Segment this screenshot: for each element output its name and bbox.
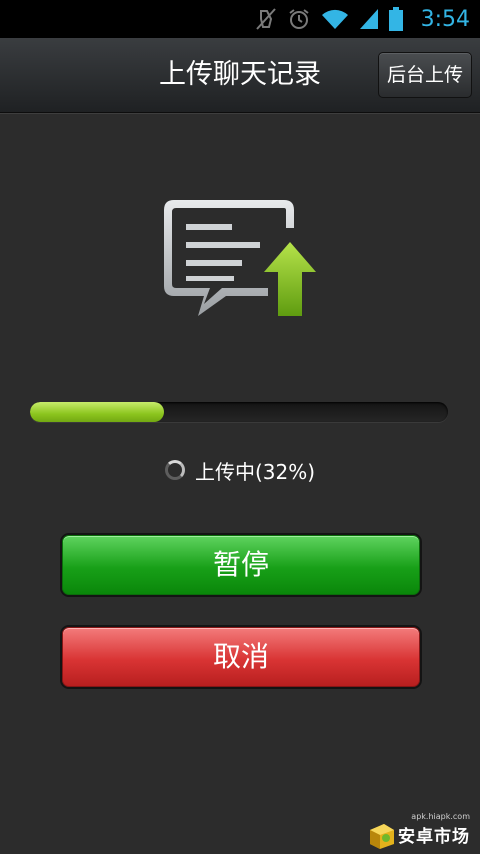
upload-status-text: 上传中(32%)	[194, 459, 316, 484]
screen: 3:54 上传聊天记录 后台上传 上传中(32%) 暂停 取消 apk.hiap…	[0, 0, 480, 854]
pause-button[interactable]: 暂停	[62, 535, 420, 595]
watermark-name: 安卓市场	[398, 827, 470, 847]
loading-spinner-icon	[164, 460, 185, 480]
wifi-icon	[321, 8, 349, 30]
watermark-url: apk.hiapk.com	[411, 812, 470, 821]
chat-upload-icon	[160, 196, 320, 322]
upload-status: 上传中(32%)	[0, 452, 480, 488]
hiapk-logo-icon	[366, 822, 396, 850]
background-upload-button[interactable]: 后台上传	[378, 52, 472, 98]
watermark: apk.hiapk.com 安卓市场	[366, 812, 478, 852]
signal-icon	[359, 8, 379, 30]
status-bar: 3:54	[0, 0, 480, 38]
battery-icon	[388, 7, 403, 31]
cancel-button[interactable]: 取消	[62, 627, 420, 687]
mute-icon	[255, 7, 277, 31]
upload-progress-bar	[30, 402, 448, 422]
status-time: 3:54	[420, 6, 470, 32]
alarm-icon	[287, 7, 311, 31]
title-bar: 上传聊天记录 后台上传	[0, 38, 480, 113]
status-icons: 3:54	[255, 0, 480, 38]
upload-progress-fill	[30, 402, 164, 422]
